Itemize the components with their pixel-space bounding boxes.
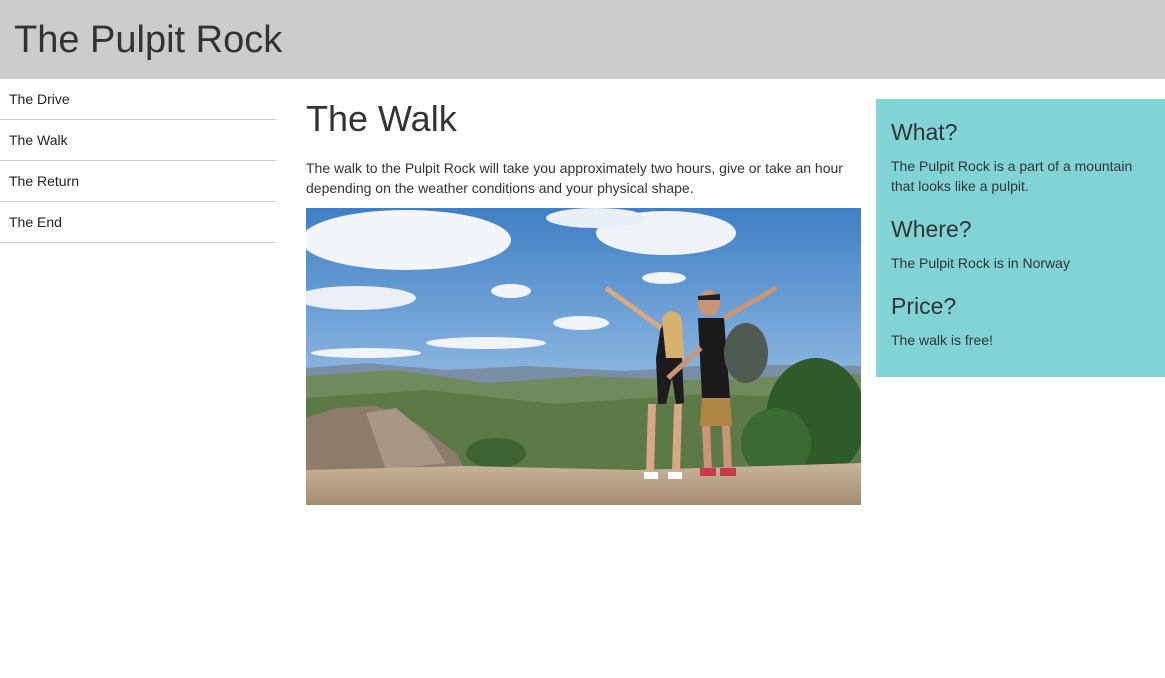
info-text-what: The Pulpit Rock is a part of a mountain … <box>891 158 1133 194</box>
page-heading: The Walk <box>306 98 457 139</box>
info-panel: What? The Pulpit Rock is a part of a mou… <box>876 99 1165 377</box>
hikers-photo <box>306 208 861 505</box>
info-heading-what: What? <box>891 119 958 145</box>
sidebar-menu: The Drive The Walk The Return The End <box>0 79 276 243</box>
info-block-what: What? The Pulpit Rock is a part of a mou… <box>891 119 1150 196</box>
info-block-price: Price? The walk is free! <box>891 293 1150 350</box>
menu-item-the-walk[interactable]: The Walk <box>0 120 276 161</box>
menu-item-the-return[interactable]: The Return <box>0 161 276 202</box>
menu-item-the-end[interactable]: The End <box>0 202 276 243</box>
info-heading-where: Where? <box>891 216 972 242</box>
main-content: The Walk The walk to the Pulpit Rock wil… <box>306 99 862 505</box>
info-block-where: Where? The Pulpit Rock is in Norway <box>891 216 1150 273</box>
info-text-where: The Pulpit Rock is in Norway <box>891 255 1070 271</box>
site-title: The Pulpit Rock <box>14 19 283 61</box>
menu-item-the-drive[interactable]: The Drive <box>0 79 276 120</box>
info-text-price: The walk is free! <box>891 332 993 348</box>
intro-paragraph: The walk to the Pulpit Rock will take yo… <box>306 160 843 196</box>
info-heading-price: Price? <box>891 293 957 319</box>
page-header: The Pulpit Rock <box>0 0 1165 79</box>
